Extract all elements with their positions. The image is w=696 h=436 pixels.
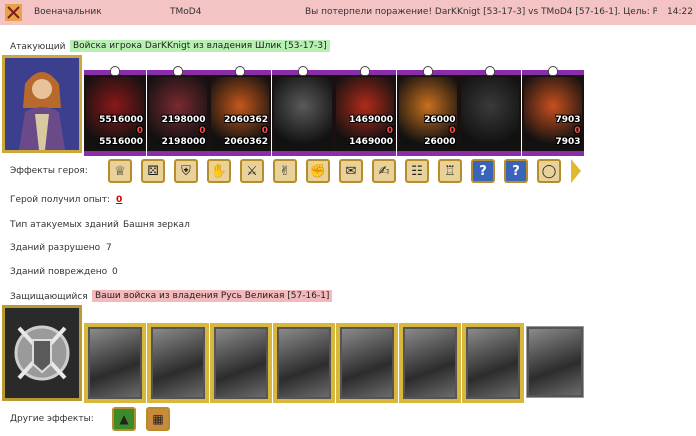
question-icon[interactable]: ?: [471, 159, 495, 183]
handshake-icon[interactable]: ✌: [273, 159, 297, 183]
question-icon[interactable]: ?: [504, 159, 528, 183]
unit-portrait: [90, 329, 140, 397]
skull-icon: [360, 66, 370, 76]
unit-left: 1469000: [349, 137, 393, 147]
defender-unit-slot[interactable]: [462, 323, 524, 403]
attacker-label: Атакующий: [10, 42, 66, 52]
unit-total: 1469000: [349, 115, 393, 125]
attacker-unit-slot[interactable]: 2198000 0 2198000: [146, 66, 209, 156]
battle-message[interactable]: Вы потерпели поражение! DarKKnigt [53-17…: [305, 7, 657, 17]
unit-left: 2198000: [161, 137, 206, 147]
attacker-unit-slot[interactable]: 2060362 0 2060362: [209, 66, 271, 156]
damaged-value: 0: [112, 267, 118, 277]
skull-icon: [110, 66, 120, 76]
unit-portrait: [529, 329, 581, 395]
skull-icon: [547, 66, 558, 76]
unit-portrait: [153, 329, 203, 397]
unit-lost: 0: [261, 126, 268, 136]
unit-portrait: [461, 77, 519, 149]
destroyed-value: 7: [106, 243, 112, 253]
defender-unit-slot[interactable]: [84, 323, 146, 403]
fist-icon[interactable]: ✊: [306, 159, 330, 183]
wall-effect-icon[interactable]: ▦: [146, 407, 170, 431]
unit-left: 7903: [555, 137, 581, 147]
attacker-unit-slot[interactable]: 26000 0 26000: [396, 66, 459, 156]
crossed-swords-icon: [5, 4, 22, 21]
armor-icon[interactable]: ♖: [438, 159, 462, 183]
defender-unit-slot[interactable]: [210, 323, 272, 403]
defender-hero-portrait[interactable]: [2, 305, 82, 401]
role-label: Военачальник: [34, 7, 102, 17]
defender-unit-slot[interactable]: [526, 326, 584, 398]
unit-portrait: [279, 329, 329, 397]
damaged-label: Зданий повреждено: [10, 267, 108, 277]
scroll-icon[interactable]: ✉: [339, 159, 363, 183]
unit-total: 7903: [555, 115, 581, 125]
effects-scroll-right-arrow[interactable]: [571, 159, 581, 183]
sword-icon[interactable]: ⚔: [240, 159, 264, 183]
unit-portrait: [216, 329, 266, 397]
unit-total: 2060362: [224, 115, 268, 125]
unit-portrait: [468, 329, 518, 397]
attacker-unit-slot[interactable]: 7903 0 7903: [521, 66, 584, 156]
skull-icon: [172, 66, 183, 76]
unit-left: 5516000: [99, 137, 143, 147]
attacker-hero-portrait[interactable]: [2, 55, 82, 153]
helmet-icon[interactable]: ♕: [108, 159, 132, 183]
defender-unit-slot[interactable]: [399, 323, 461, 403]
unit-lost: 0: [136, 126, 143, 136]
unit-left: 26000: [424, 137, 456, 147]
hero-avatar: [5, 58, 79, 150]
unit-left: 2060362: [224, 137, 268, 147]
experience-label: Герой получил опыт:: [10, 195, 110, 205]
arm-icon[interactable]: ✍: [372, 159, 396, 183]
skull-icon: [235, 66, 245, 76]
unit-lost: 0: [199, 126, 206, 136]
defender-unit-slot[interactable]: [273, 323, 335, 403]
skull-icon: [297, 66, 308, 76]
building-type-value: Башня зеркал: [123, 220, 190, 230]
player-name[interactable]: TMoD4: [170, 7, 201, 17]
unit-total: 5516000: [99, 115, 143, 125]
crest-icon: [5, 308, 79, 398]
attacker-army-tag[interactable]: Войска игрока DarKKnigt из владения Шлик…: [70, 40, 330, 52]
hand-shield-icon[interactable]: ✋: [207, 159, 231, 183]
unit-total: 2198000: [161, 115, 206, 125]
battle-time: 14:22: [667, 7, 693, 17]
unit-lost: 0: [574, 126, 581, 136]
dice-icon[interactable]: ⚄: [141, 159, 165, 183]
book-icon[interactable]: ☷: [405, 159, 429, 183]
unit-lost: 0: [386, 126, 393, 136]
defender-unit-slot[interactable]: [147, 323, 209, 403]
defender-army-tag[interactable]: Ваши войска из владения Русь Великая [57…: [92, 290, 333, 302]
ring-icon[interactable]: ◯: [537, 159, 561, 183]
attacker-unit-slot[interactable]: [271, 66, 334, 156]
hero-effects-label: Эффекты героя:: [10, 166, 88, 176]
defender-unit-slot[interactable]: [336, 323, 398, 403]
attacker-unit-slot[interactable]: 1469000 0 1469000: [334, 66, 396, 156]
tower-effect-icon[interactable]: ▲: [112, 407, 136, 431]
defender-label: Защищающийся: [10, 292, 88, 302]
unit-portrait: [405, 329, 455, 397]
attacker-unit-slot[interactable]: [459, 66, 521, 156]
skull-icon: [422, 66, 433, 76]
unit-lost: 0: [449, 126, 456, 136]
skull-icon: [485, 66, 495, 76]
unit-total: 26000: [424, 115, 456, 125]
top-bar: Военачальник TMoD4 Вы потерпели поражени…: [0, 0, 696, 25]
shield-icon[interactable]: ⛨: [174, 159, 198, 183]
destroyed-label: Зданий разрушено: [10, 243, 101, 253]
experience-value[interactable]: 0: [116, 195, 122, 205]
building-type-label: Тип атакуемых зданий: [10, 220, 119, 230]
other-effects-label: Другие эффекты:: [10, 414, 94, 424]
unit-portrait: [342, 329, 392, 397]
unit-portrait: [273, 77, 332, 149]
attacker-unit-slot[interactable]: 5516000 0 5516000: [84, 66, 146, 156]
